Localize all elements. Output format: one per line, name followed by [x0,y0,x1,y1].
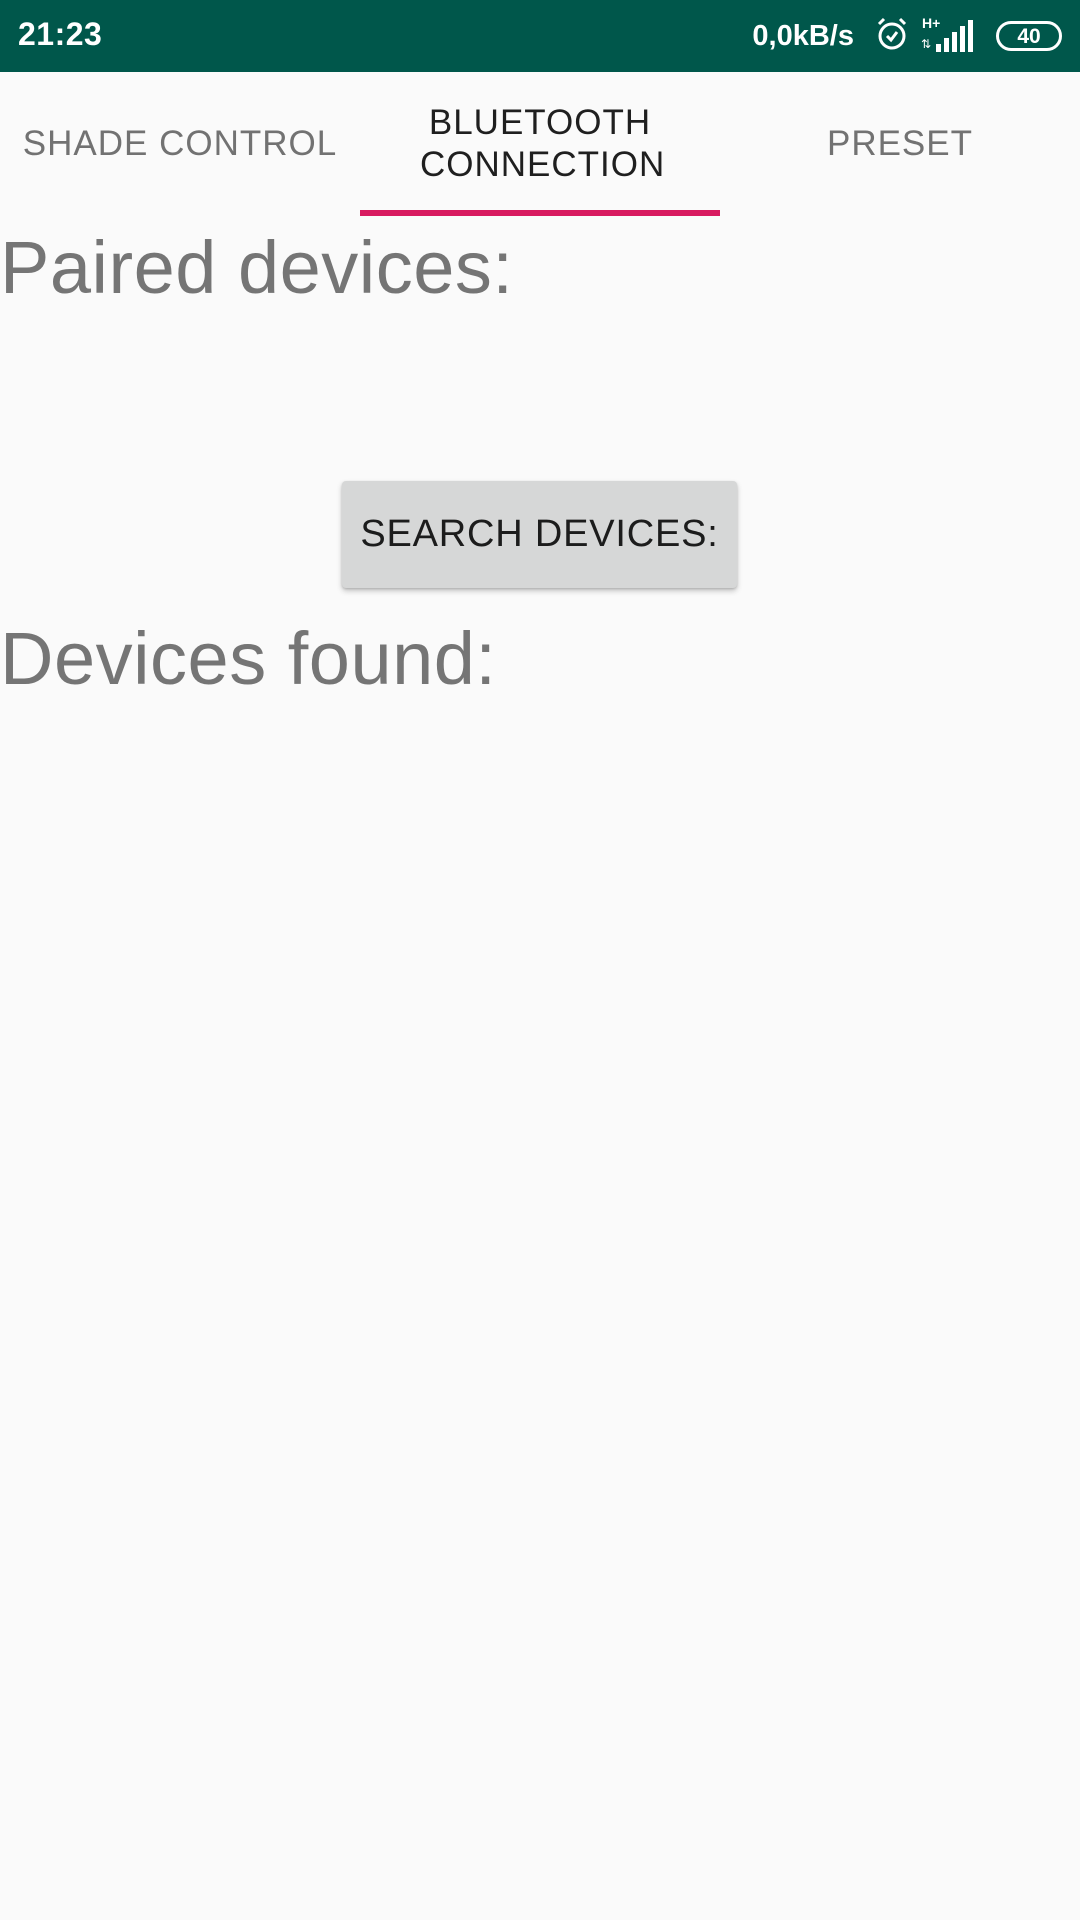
network-type: H+ [922,15,940,31]
tab-shade-control[interactable]: SHADE CONTROL [0,72,360,216]
search-devices-button[interactable]: SEARCH DEVICES: [342,481,737,588]
tab-label: SHADE CONTROL [22,124,338,163]
devices-found-heading: Devices found: [0,617,497,700]
tab-label: BLUETOOTH CONNECTION [420,103,666,184]
tab-label: PRESET [826,124,974,163]
tab-bar: SHADE CONTROL BLUETOOTH CONNECTION PRESE… [0,72,1080,216]
network-speed: 0,0kB/s [752,19,854,52]
tab-bluetooth-connection[interactable]: BLUETOOTH CONNECTION [360,72,720,216]
paired-devices-heading: Paired devices: [0,226,514,309]
status-time: 21:23 [18,16,103,52]
tab-indicator [360,210,720,216]
alarm-icon [874,16,910,57]
tab-preset[interactable]: PRESET [720,72,1080,216]
status-icons: 0,0kB/s H+ ⇅ 40 [752,0,1062,72]
battery-icon: 40 [996,21,1062,51]
status-bar: 21:23 0,0kB/s H+ ⇅ 40 [0,0,1080,72]
signal-icon: H+ ⇅ [920,14,978,59]
svg-text:⇅: ⇅ [921,37,931,51]
